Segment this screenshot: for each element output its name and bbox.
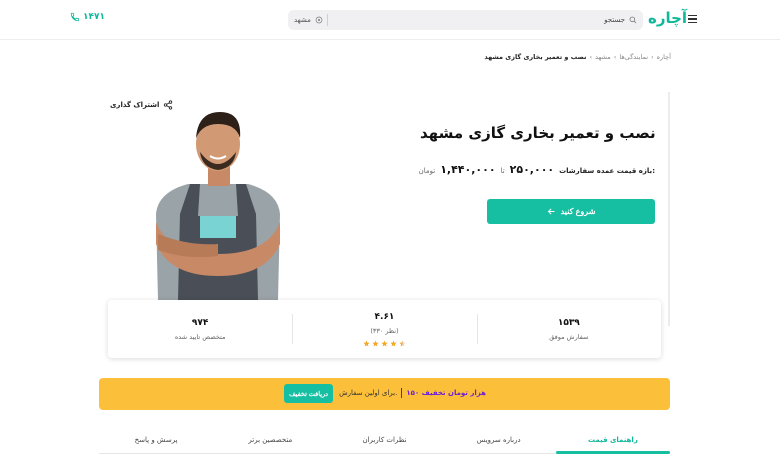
discount-amount: ۱۵۰ هزار تومان تخفیف (406, 389, 486, 397)
price-unit: تومان (418, 167, 436, 175)
rating-value: ۴.۶۱ (374, 311, 395, 322)
get-discount-button[interactable]: دریافت تخفیف (284, 384, 333, 403)
stat-orders: ۱۵۳۹ سفارش موفق (476, 300, 661, 358)
rating-count: (۳۳۰ نظر) (370, 326, 399, 335)
arrow-left-icon (547, 208, 555, 215)
menu-icon[interactable] (688, 15, 697, 23)
hero-divider (668, 92, 670, 326)
discount-divider (401, 388, 403, 398)
price-max: ۱,۴۴۰,۰۰۰ (440, 163, 496, 176)
price-label: بازه قیمت عمده سفارشات: (559, 167, 655, 175)
discount-text: برای اولین سفارش. ۱۵۰ هزار تومان تخفیف (339, 388, 486, 398)
breadcrumb-agencies[interactable]: نمایندگی‌ها (619, 53, 648, 61)
rating-stars (363, 340, 406, 347)
support-phone-link[interactable]: ۱۴۷۱ (70, 12, 105, 22)
star-icon (372, 340, 379, 346)
search-divider (326, 14, 328, 26)
site-logo[interactable]: آچاره (648, 9, 687, 27)
stat-experts: ۹۷۴ متخصص تایید شده (108, 300, 292, 358)
tab-reviews[interactable]: نظرات کاربران (327, 426, 441, 453)
phone-number: ۱۴۷۱ (83, 12, 105, 22)
header: ۱۴۷۱ جستجو مشهد آچاره (0, 0, 780, 40)
search-bar[interactable]: جستجو مشهد (288, 10, 643, 30)
city-label: مشهد (294, 16, 311, 24)
orders-value: ۱۵۳۹ (557, 317, 580, 328)
breadcrumb-city[interactable]: مشهد (595, 53, 611, 61)
service-tabs: پرسش و پاسخ متخصصین برتر نظرات کاربران د… (99, 426, 671, 454)
experts-label: متخصص تایید شده (174, 332, 226, 341)
star-icon (390, 340, 397, 346)
phone-icon (70, 12, 80, 22)
orders-label: سفارش موفق (549, 332, 589, 341)
price-to: تا (500, 167, 505, 175)
discount-banner: دریافت تخفیف برای اولین سفارش. ۱۵۰ هزار … (99, 378, 670, 410)
breadcrumb-sep: ‹ (651, 53, 654, 61)
page-title: نصب و تعمیر بخاری گازی مشهد (420, 124, 656, 142)
city-selector[interactable]: مشهد (294, 14, 328, 26)
star-icon (381, 340, 388, 346)
search-icon (629, 16, 637, 24)
discount-condition: برای اولین سفارش. (339, 389, 398, 397)
star-half-icon (399, 340, 406, 346)
search-placeholder: جستجو (604, 16, 625, 24)
stats-card: ۹۷۴ متخصص تایید شده ۴.۶۱ (۳۳۰ نظر) ۱۵۳۹ … (108, 300, 661, 358)
breadcrumb-home[interactable]: آچاره (657, 53, 671, 61)
breadcrumb-sep: ‹ (613, 53, 617, 61)
location-icon (315, 16, 323, 24)
start-order-label: شروع کنید (560, 207, 596, 216)
breadcrumb-sep: ‹ (589, 53, 593, 61)
stat-rating[interactable]: ۴.۶۱ (۳۳۰ نظر) (292, 300, 476, 358)
breadcrumb: نصب و تعمیر بخاری گازی مشهد ‹ مشهد ‹ نما… (484, 53, 671, 61)
experts-value: ۹۷۴ (191, 317, 209, 328)
star-icon (363, 340, 370, 346)
tab-top-experts[interactable]: متخصصین برتر (213, 426, 327, 453)
price-range: تومان ۱,۴۴۰,۰۰۰ تا ۲۵۰,۰۰۰ بازه قیمت عمد… (418, 163, 655, 176)
search-field[interactable]: جستجو (604, 16, 637, 24)
price-min: ۲۵۰,۰۰۰ (509, 163, 555, 176)
start-order-button[interactable]: شروع کنید (487, 199, 655, 224)
tab-about-service[interactable]: درباره سرویس (442, 426, 556, 453)
tab-qa[interactable]: پرسش و پاسخ (99, 426, 213, 453)
technician-image (156, 112, 280, 300)
tab-price-guide[interactable]: راهنمای قیمت (555, 426, 671, 454)
breadcrumb-current: نصب و تعمیر بخاری گازی مشهد (484, 53, 587, 61)
